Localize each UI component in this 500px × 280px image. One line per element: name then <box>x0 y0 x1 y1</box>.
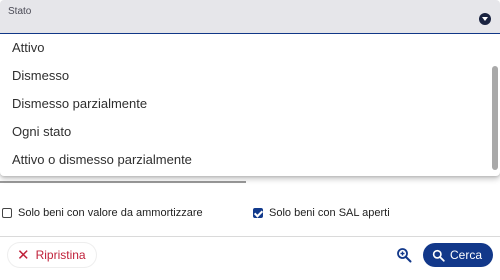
menu-scrollbar[interactable] <box>492 66 498 170</box>
sal-label: Solo beni con SAL aperti <box>269 207 390 219</box>
status-select-label: Stato <box>8 6 32 17</box>
zoom-in-icon[interactable] <box>396 247 412 263</box>
search-icon <box>432 249 445 262</box>
close-icon: ✕ <box>17 246 30 264</box>
ammortizzare-checkbox[interactable] <box>2 208 12 218</box>
status-select[interactable]: Stato <box>0 0 500 35</box>
sal-checkbox[interactable] <box>253 208 263 218</box>
reset-button-label: Ripristina <box>35 248 86 262</box>
search-button-label: Cerca <box>450 248 483 262</box>
actions-divider <box>0 236 500 237</box>
menu-item-attivo-o-dismesso-parzialmente[interactable]: Attivo o dismesso parzialmente <box>0 146 490 174</box>
ammortizzare-label: Solo beni con valore da ammortizzare <box>18 207 203 219</box>
search-filter-panel: Stato Solo beni con valore da ammortizza… <box>0 0 500 280</box>
menu-item-dismesso[interactable]: Dismesso <box>0 62 490 90</box>
menu-item-dismesso-parzialmente[interactable]: Dismesso parzialmente <box>0 90 490 118</box>
status-dropdown-menu[interactable]: Attivo Dismesso Dismesso parzialmente Og… <box>0 34 500 176</box>
menu-item-ogni-stato[interactable]: Ogni stato <box>0 118 490 146</box>
sal-filter[interactable]: Solo beni con SAL aperti <box>253 205 390 221</box>
menu-item-attivo[interactable]: Attivo <box>0 34 490 62</box>
search-button[interactable]: Cerca <box>423 243 493 267</box>
field-underline <box>0 181 246 183</box>
reset-button[interactable]: ✕ Ripristina <box>8 243 96 267</box>
ammortizzare-filter[interactable]: Solo beni con valore da ammortizzare <box>2 205 203 221</box>
chevron-down-icon[interactable] <box>479 13 491 25</box>
